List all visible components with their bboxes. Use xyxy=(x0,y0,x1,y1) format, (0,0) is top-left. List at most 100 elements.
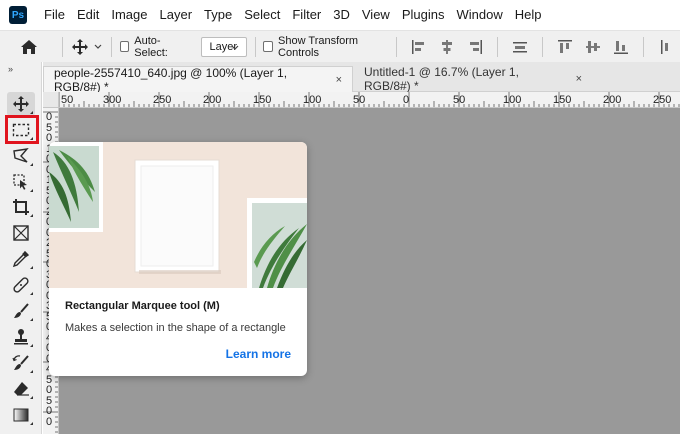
menu-help[interactable]: Help xyxy=(509,0,548,30)
align-vertical-centers-icon[interactable] xyxy=(585,39,601,55)
divider xyxy=(497,36,499,57)
eraser-icon xyxy=(14,382,29,396)
eyedropper-icon xyxy=(12,250,30,268)
ruler-origin[interactable] xyxy=(43,92,59,108)
divider xyxy=(643,36,645,57)
tooltip-description: Makes a selection in the shape of a rect… xyxy=(65,322,286,334)
tab-people-2557410[interactable]: people-2557410_640.jpg @ 100% (Layer 1, … xyxy=(43,65,353,94)
menu-filter[interactable]: Filter xyxy=(286,0,327,30)
ruler-label: 200 xyxy=(603,94,622,106)
ruler-label: 0 xyxy=(403,94,410,106)
submenu-indicator xyxy=(30,318,33,321)
object-selection-icon xyxy=(13,174,27,190)
ruler-label: 100 xyxy=(303,94,322,106)
horizontal-ruler[interactable]: 50 300 250 200 150 100 50 0 50 100 150 2… xyxy=(43,92,680,108)
ruler-label: 200 xyxy=(203,94,222,106)
ruler-label: 150 xyxy=(253,94,272,106)
brush-tool[interactable] xyxy=(7,299,35,323)
ruler-label: 150 xyxy=(553,94,572,106)
submenu-indicator xyxy=(30,189,33,192)
submenu-indicator xyxy=(30,344,33,347)
move-tool[interactable] xyxy=(7,92,35,116)
align-horizontal-centers-icon[interactable] xyxy=(439,39,455,55)
submenu-indicator xyxy=(30,422,33,425)
bandage-icon xyxy=(13,277,29,293)
align-top-edges-icon[interactable] xyxy=(557,39,573,55)
menu-select[interactable]: Select xyxy=(238,0,286,30)
document-tab-bar: people-2557410_640.jpg @ 100% (Layer 1, … xyxy=(43,62,680,94)
menu-view[interactable]: View xyxy=(356,0,396,30)
chevron-down-icon xyxy=(94,44,102,49)
auto-select-checkbox[interactable] xyxy=(119,41,130,52)
ruler-label: 50 xyxy=(453,94,466,106)
ruler-label: 50 xyxy=(61,94,74,106)
frame-icon xyxy=(13,225,29,241)
ruler-label: 100 xyxy=(503,94,522,106)
frame-tool[interactable] xyxy=(7,221,35,245)
tool-tooltip: Rectangular Marquee tool (M) Makes a sel… xyxy=(49,142,307,376)
ruler-label: 250 xyxy=(153,94,172,106)
show-transform-controls-checkbox[interactable] xyxy=(263,41,274,52)
menu-plugins[interactable]: Plugins xyxy=(396,0,451,30)
divider xyxy=(542,36,544,57)
menu-file[interactable]: File xyxy=(38,0,71,30)
stamp-icon xyxy=(14,329,28,345)
align-bottom-edges-icon[interactable] xyxy=(613,39,629,55)
tooltip-preview-image xyxy=(49,142,307,288)
lasso-icon xyxy=(13,148,29,163)
eyedropper-tool[interactable] xyxy=(7,247,35,271)
menu-edit[interactable]: Edit xyxy=(71,0,105,30)
divider xyxy=(396,36,398,57)
tool-highlight-box xyxy=(5,115,39,144)
move-tool-preset-picker[interactable] xyxy=(71,37,103,57)
menu-3d[interactable]: 3D xyxy=(327,0,356,30)
collapse-panel-icon[interactable]: » xyxy=(8,64,13,74)
divider xyxy=(254,36,256,57)
tab-label: Untitled-1 @ 16.7% (Layer 1, RGB/8#) * xyxy=(364,65,519,93)
menu-bar: Ps File Edit Image Layer Type Select Fil… xyxy=(0,0,680,30)
submenu-indicator xyxy=(30,111,33,114)
align-left-edges-icon[interactable] xyxy=(411,39,427,55)
ruler-label: 50 xyxy=(353,94,366,106)
submenu-indicator xyxy=(30,370,33,373)
tooltip-title: Rectangular Marquee tool (M) xyxy=(65,300,220,312)
distribute-horizontal-icon[interactable] xyxy=(658,39,674,55)
home-icon[interactable] xyxy=(20,37,38,57)
crop-tool[interactable] xyxy=(7,195,35,219)
distribute-vertical-icon[interactable] xyxy=(512,39,528,55)
photoshop-logo-icon[interactable]: Ps xyxy=(9,6,27,24)
menu-window[interactable]: Window xyxy=(450,0,508,30)
menu-layer[interactable]: Layer xyxy=(154,0,199,30)
close-icon[interactable]: × xyxy=(576,73,582,85)
submenu-indicator xyxy=(30,214,33,217)
options-bar: Auto-Select: Layer Show Transform Contro… xyxy=(0,30,680,62)
lasso-tool[interactable] xyxy=(7,144,35,168)
crop-icon xyxy=(13,199,29,215)
divider xyxy=(62,36,63,57)
object-selection-tool[interactable] xyxy=(7,170,35,194)
spot-healing-brush-tool[interactable] xyxy=(7,273,35,297)
ruler-label: 300 xyxy=(103,94,122,106)
clone-stamp-tool[interactable] xyxy=(7,325,35,349)
divider xyxy=(110,36,112,57)
close-icon[interactable]: × xyxy=(336,74,342,86)
move-icon xyxy=(71,38,88,55)
show-transform-controls-label: Show Transform Controls xyxy=(278,34,359,59)
tab-label: people-2557410_640.jpg @ 100% (Layer 1, … xyxy=(54,65,288,94)
submenu-indicator xyxy=(30,396,33,399)
tab-untitled-1[interactable]: Untitled-1 @ 16.7% (Layer 1, RGB/8#) * × xyxy=(354,65,592,93)
menu-image[interactable]: Image xyxy=(105,0,153,30)
gradient-icon xyxy=(13,408,29,422)
history-brush-icon xyxy=(12,355,29,370)
auto-select-dropdown[interactable]: Layer xyxy=(200,36,247,57)
learn-more-link[interactable]: Learn more xyxy=(226,347,291,361)
submenu-indicator xyxy=(30,266,33,269)
submenu-indicator xyxy=(30,292,33,295)
align-buttons xyxy=(405,36,680,57)
history-brush-tool[interactable] xyxy=(7,351,35,375)
menu-type[interactable]: Type xyxy=(198,0,238,30)
align-right-edges-icon[interactable] xyxy=(467,39,483,55)
submenu-indicator xyxy=(30,163,33,166)
eraser-tool[interactable] xyxy=(7,377,35,401)
gradient-tool[interactable] xyxy=(7,403,35,427)
